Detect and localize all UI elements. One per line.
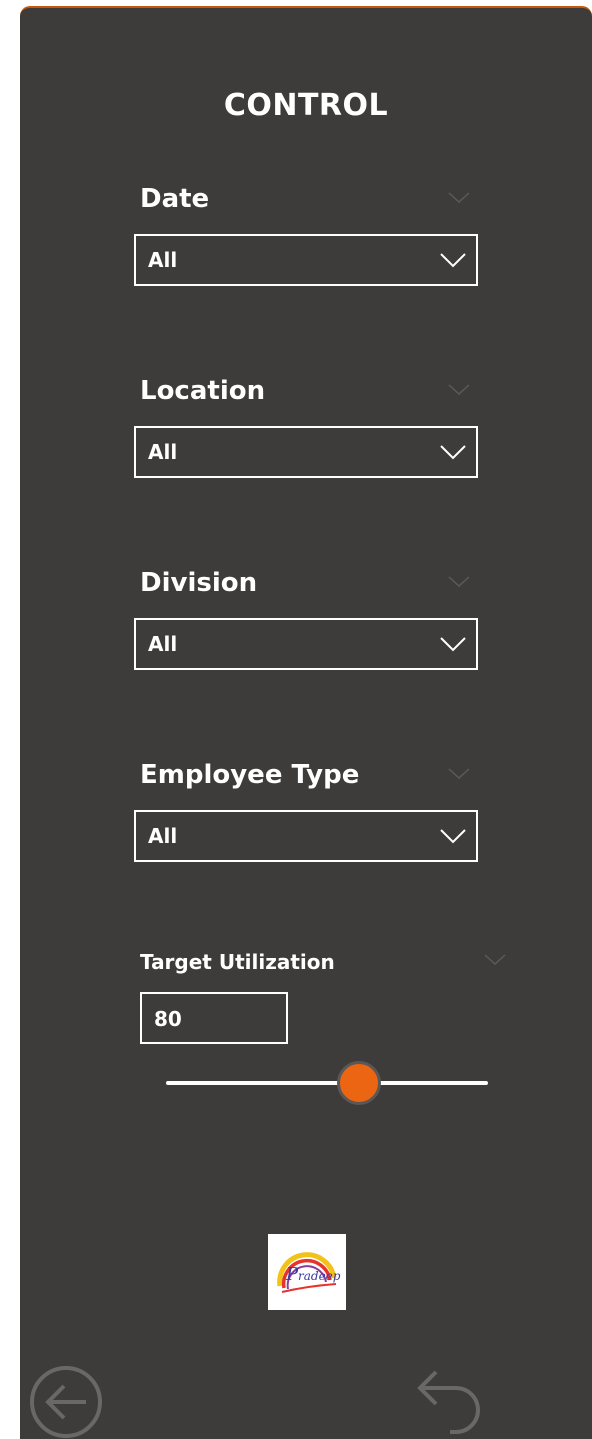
chevron-down-icon bbox=[440, 829, 466, 844]
chevron-down-icon bbox=[440, 637, 466, 652]
back-arrow-circle-icon[interactable] bbox=[28, 1364, 104, 1439]
chevron-down-icon bbox=[440, 253, 466, 268]
division-slicer-label: Division bbox=[140, 568, 258, 598]
control-panel: CONTROL Date All Location All Division A… bbox=[20, 6, 592, 1439]
employee-type-dropdown[interactable]: All bbox=[134, 810, 478, 862]
svg-text:P: P bbox=[285, 1264, 299, 1285]
chevron-down-icon bbox=[440, 445, 466, 460]
target-utilization-slider-thumb[interactable] bbox=[337, 1061, 382, 1105]
target-utilization-slider-track[interactable] bbox=[166, 1081, 488, 1085]
employee-type-slicer-collapse-icon[interactable] bbox=[448, 768, 470, 780]
date-slicer-label: Date bbox=[140, 184, 210, 214]
division-dropdown-value: All bbox=[148, 632, 178, 656]
division-dropdown[interactable]: All bbox=[134, 618, 478, 670]
target-utilization-label: Target Utilization bbox=[140, 950, 335, 974]
location-slicer-label: Location bbox=[140, 376, 266, 406]
undo-icon[interactable] bbox=[412, 1364, 488, 1439]
pradeep-logo: P radeep bbox=[268, 1234, 346, 1310]
date-dropdown-value: All bbox=[148, 248, 178, 272]
target-utilization-input[interactable]: 80 bbox=[140, 992, 288, 1044]
employee-type-dropdown-value: All bbox=[148, 824, 178, 848]
target-utilization-collapse-icon[interactable] bbox=[484, 954, 506, 966]
division-slicer-collapse-icon[interactable] bbox=[448, 576, 470, 588]
location-dropdown[interactable]: All bbox=[134, 426, 478, 478]
target-utilization-value: 80 bbox=[154, 1007, 182, 1031]
employee-type-slicer-label: Employee Type bbox=[140, 760, 360, 790]
location-slicer-collapse-icon[interactable] bbox=[448, 384, 470, 396]
location-dropdown-value: All bbox=[148, 440, 178, 464]
panel-title: CONTROL bbox=[223, 88, 389, 123]
svg-text:radeep: radeep bbox=[298, 1269, 341, 1283]
date-dropdown[interactable]: All bbox=[134, 234, 478, 286]
date-slicer-collapse-icon[interactable] bbox=[448, 192, 470, 204]
